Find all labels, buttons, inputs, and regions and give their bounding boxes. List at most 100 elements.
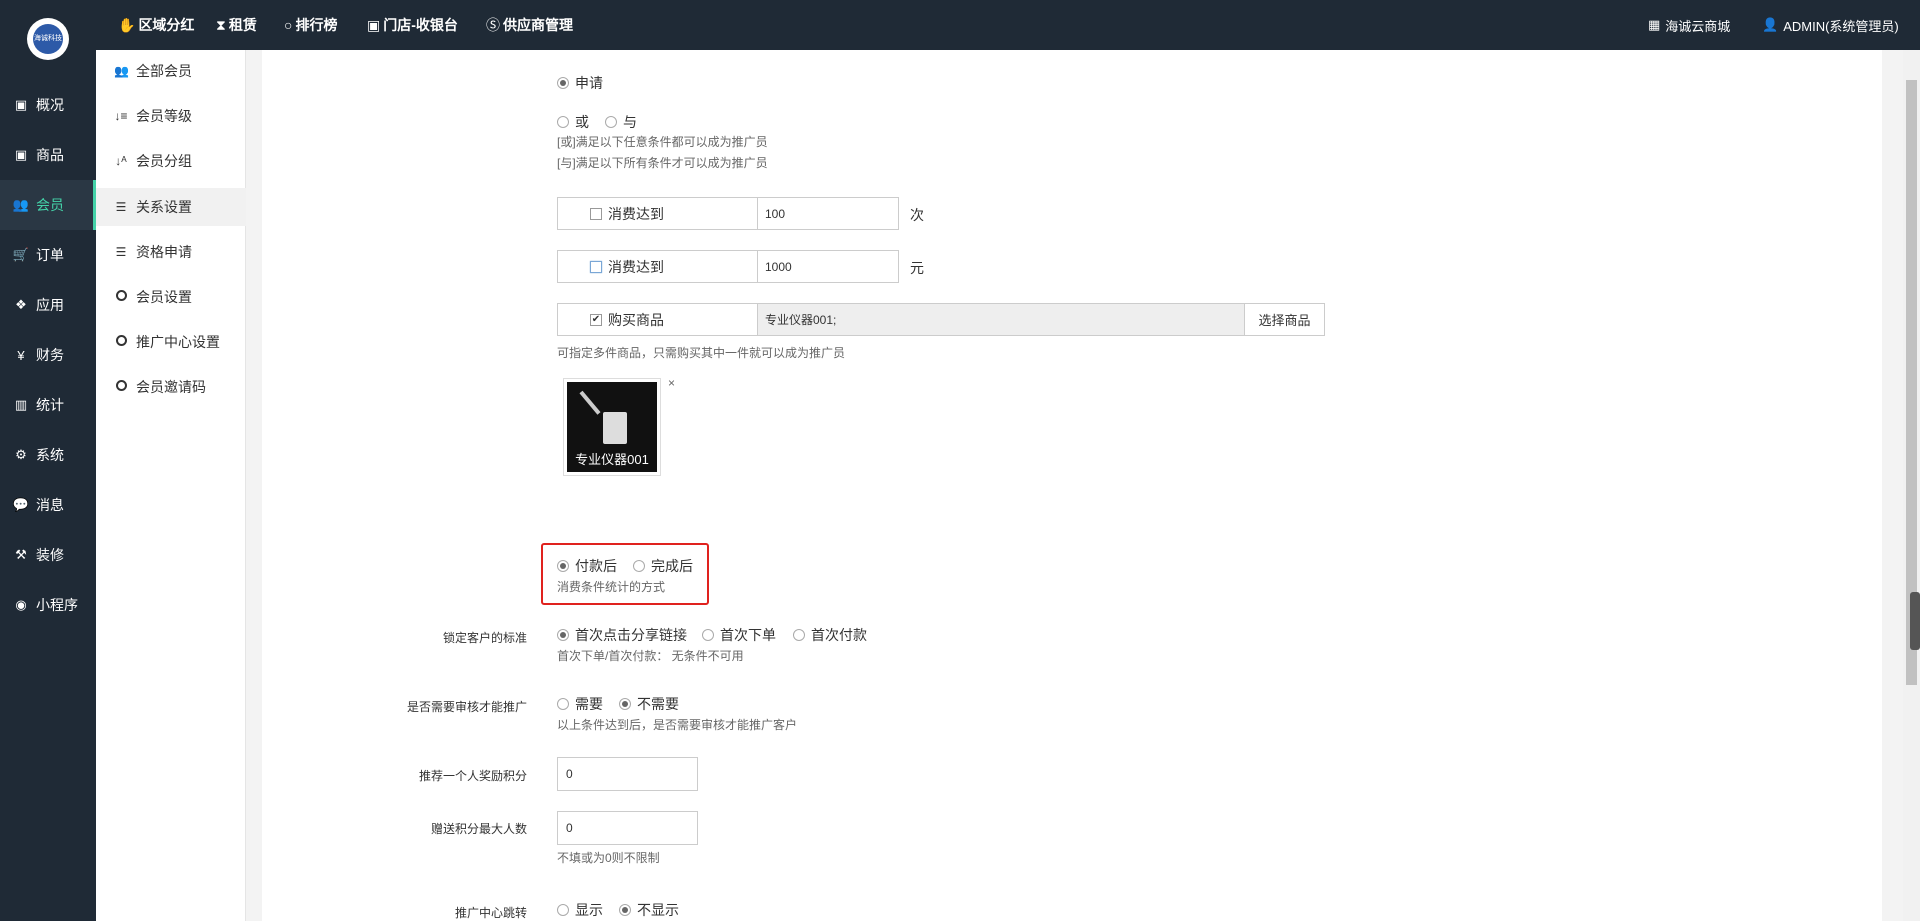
logic-and-radio[interactable]: 与 [605, 112, 637, 132]
reward-points-input[interactable]: 0 [557, 757, 698, 791]
store-link[interactable]: ▦ 海诚云商城 [1648, 0, 1730, 50]
remove-product-icon[interactable]: × [668, 376, 675, 390]
nav-label: 小程序 [36, 597, 78, 613]
nav-item-products[interactable]: ▣ 商品 [0, 130, 96, 180]
nav-item-messages[interactable]: 💬 消息 [0, 480, 96, 530]
circle-icon [114, 335, 128, 349]
condition-checkbox[interactable]: ✔ 购买商品 [558, 304, 758, 335]
buy-product-hint: 可指定多件商品，只需购买其中一件就可以成为推广员 [557, 346, 846, 360]
subnav-member-settings[interactable]: 会员设置 [96, 278, 246, 316]
radio-label: 完成后 [651, 558, 693, 574]
jump-show-radio[interactable]: 显示 [557, 900, 603, 920]
nav-label: 统计 [36, 397, 64, 413]
sort-amount-icon: ↓≡ [114, 109, 128, 123]
condition-label: 消费达到 [608, 205, 664, 222]
nav-label: 应用 [36, 297, 64, 313]
side-grip-handle[interactable] [1910, 592, 1920, 650]
subnav-invite-code[interactable]: 会员邀请码 [96, 368, 246, 406]
logic-or-radio[interactable]: 或 [557, 112, 589, 132]
subnav-member-levels[interactable]: ↓≡ 会员等级 [96, 97, 246, 135]
radio-label: 首次付款 [811, 627, 867, 643]
condition-consume-count: 消费达到 100 [557, 197, 899, 230]
nav-item-stats[interactable]: ▥ 统计 [0, 380, 96, 430]
radio-dot [557, 629, 569, 641]
nav-item-apps[interactable]: ❖ 应用 [0, 280, 96, 330]
after-pay-radio[interactable]: 付款后 [557, 556, 617, 576]
subnav-label: 全部会员 [136, 63, 192, 79]
topnav-lease[interactable]: ⧗ 租赁 [216, 0, 257, 50]
subnav-relation-settings[interactable]: ☰ 关系设置 [96, 188, 246, 226]
lock-hint: 首次下单/首次付款： 无条件不可用 [557, 649, 744, 663]
hammer-icon: ⚒ [15, 547, 27, 562]
unit-times: 次 [910, 207, 924, 223]
max-people-input[interactable]: 0 [557, 811, 698, 845]
audit-yes-radio[interactable]: 需要 [557, 694, 603, 714]
subnav-member-groups[interactable]: ↓ᴬ 会员分组 [96, 142, 246, 180]
lock-first-order-radio[interactable]: 首次下单 [702, 625, 776, 645]
comment-icon: 💬 [12, 497, 30, 512]
subnav-label: 会员邀请码 [136, 379, 206, 395]
nav-item-orders[interactable]: 🛒 订单 [0, 230, 96, 280]
brand-logo[interactable]: 海诚科技 [27, 18, 69, 60]
subnav-label: 会员分组 [136, 153, 192, 169]
nav-item-overview[interactable]: ▣ 概况 [0, 80, 96, 130]
checkbox[interactable] [590, 207, 602, 220]
lock-customer-label: 锁定客户的标准 [442, 631, 527, 645]
radio-label: 显示 [575, 902, 603, 918]
nav-item-finance[interactable]: ¥ 财务 [0, 330, 96, 380]
radio-label: 不需要 [637, 696, 679, 712]
circle-icon [114, 380, 128, 394]
condition-buy-product: ✔ 购买商品 专业仪器001; 选择商品 [557, 303, 1325, 336]
nav-label: 系统 [36, 447, 64, 463]
nav-item-decorate[interactable]: ⚒ 装修 [0, 530, 96, 580]
subnav-promo-center-settings[interactable]: 推广中心设置 [96, 323, 246, 361]
lock-first-click-radio[interactable]: 首次点击分享链接 [557, 625, 687, 645]
nav-item-system[interactable]: ⚙ 系统 [0, 430, 96, 480]
gears-icon: ⚙ [15, 447, 27, 462]
condition-consume-amount: 消费达到 1000 [557, 250, 899, 283]
after-complete-radio[interactable]: 完成后 [633, 556, 693, 576]
checkbox-checked[interactable]: ✔ [590, 313, 602, 326]
left-nav: 海诚科技 ▣ 概况 ▣ 商品 👥 会员 🛒 订单 ❖ 应用 ¥ 财务 ▥ 统计 ⚙ 系统 💬 消息… [0, 0, 96, 921]
hand-icon: ✋ [118, 16, 136, 33]
select-product-button[interactable]: 选择商品 [1244, 304, 1324, 335]
condition-checkbox[interactable]: 消费达到 [558, 251, 758, 282]
jump-hide-radio[interactable]: 不显示 [619, 900, 679, 920]
apply-radio[interactable]: 申请 [557, 73, 603, 93]
store-label: 海诚云商城 [1665, 18, 1731, 34]
nav-item-miniprogram[interactable]: ◉ 小程序 [0, 580, 96, 630]
hint-and: [与]满足以下所有条件才可以成为推广员 [557, 156, 768, 170]
audit-no-radio[interactable]: 不需要 [619, 694, 679, 714]
condition-label: 购买商品 [608, 311, 664, 328]
lock-first-pay-radio[interactable]: 首次付款 [793, 625, 867, 645]
topnav-regional-dividend[interactable]: ✋ 区域分红 [118, 0, 194, 50]
unit-yuan: 元 [910, 260, 924, 276]
top-bar: ✋ 区域分红 ⧗ 租赁 ○ 排行榜 ▣ 门店-收银台 Ⓢ 供应商管理 ▦ 海诚云商城 👤 AD… [96, 0, 1920, 50]
radio-label: 不显示 [637, 902, 679, 918]
radio-label: 需要 [575, 696, 603, 712]
cart-icon: 🛒 [12, 247, 30, 262]
subnav-label: 会员等级 [136, 108, 192, 124]
subnav-all-members[interactable]: 👥 全部会员 [96, 52, 246, 90]
radio-dot [793, 629, 805, 641]
nav-item-members[interactable]: 👥 会员 [0, 180, 96, 230]
nav-label: 商品 [36, 147, 64, 163]
topnav-ranking[interactable]: ○ 排行榜 [284, 0, 337, 50]
selected-products-field: 专业仪器001; [758, 304, 1244, 335]
subnav-qualification-apply[interactable]: ☰ 资格申请 [96, 233, 246, 271]
circle-icon: ○ [284, 17, 293, 33]
topnav-store-cashier[interactable]: ▣ 门店-收银台 [367, 0, 458, 50]
nav-label: 订单 [36, 247, 64, 263]
radio-dot [557, 560, 569, 572]
sliders-icon: ☰ [115, 245, 127, 259]
topnav-supplier[interactable]: Ⓢ 供应商管理 [486, 0, 573, 50]
checkbox[interactable] [590, 260, 602, 273]
admin-user-menu[interactable]: 👤 ADMIN(系统管理员) [1762, 0, 1899, 50]
consume-amount-input[interactable]: 1000 [758, 251, 898, 282]
circle-icon [114, 290, 128, 304]
consume-count-input[interactable]: 100 [758, 198, 898, 229]
subnav-label: 推广中心设置 [136, 334, 220, 350]
product-icon: ▣ [14, 147, 28, 162]
condition-checkbox[interactable]: 消费达到 [558, 198, 758, 229]
topnav-label: 租赁 [228, 17, 257, 33]
